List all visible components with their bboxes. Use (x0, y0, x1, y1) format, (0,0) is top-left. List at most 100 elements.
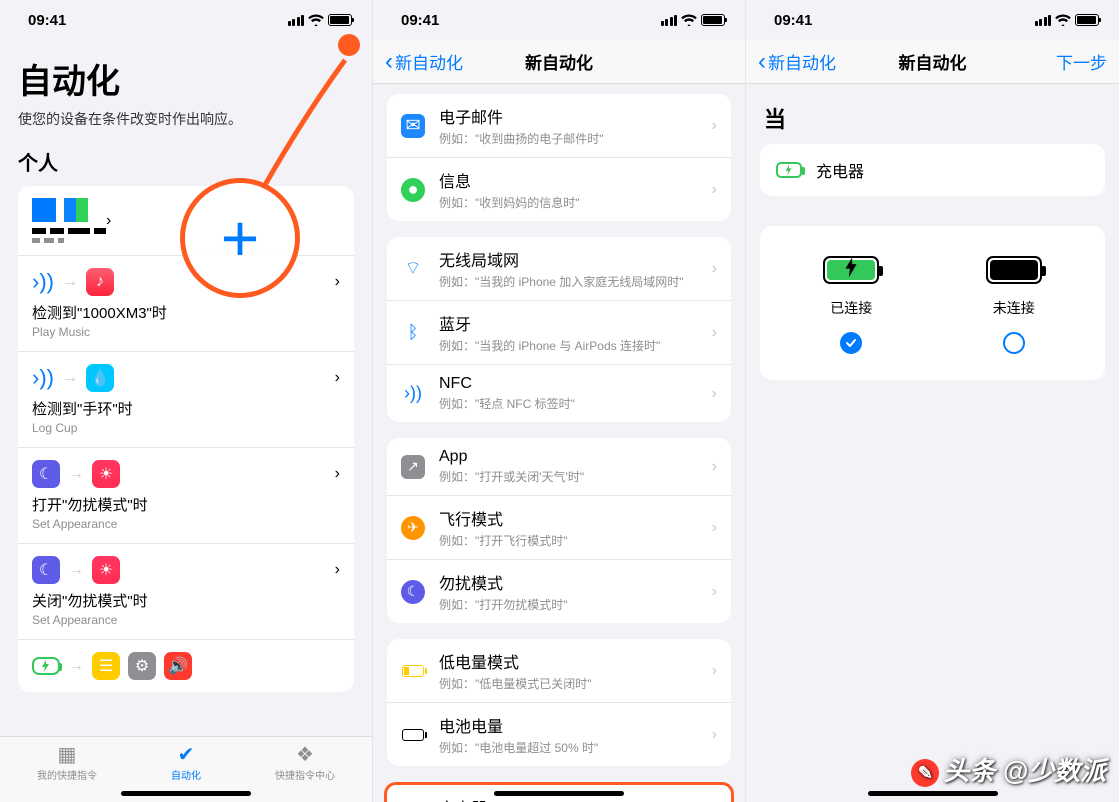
trigger-bluetooth[interactable]: ᛒ 蓝牙例如："当我的 iPhone 与 AirPods 连接时" › (387, 300, 731, 364)
message-icon: ● (401, 178, 425, 202)
trigger-batterylevel[interactable]: 电池电量例如："电池电量超过 50% 时" › (387, 702, 731, 766)
trigger-title: 蓝牙 (439, 311, 698, 335)
trigger-desc: 例如："收到曲扬的电子邮件时" (439, 130, 698, 147)
bluetooth-detect-icon: ›)) (32, 269, 54, 295)
status-bar: 09:41 (373, 0, 745, 40)
arrow-icon: → (68, 657, 84, 675)
plus-icon[interactable]: + (221, 205, 260, 271)
radio-checked-icon (840, 332, 862, 354)
next-button[interactable]: 下一步 (1056, 49, 1107, 74)
trigger-mail[interactable]: ✉ 电子邮件例如："收到曲扬的电子邮件时" › (387, 94, 731, 157)
wifi-icon (1055, 14, 1071, 26)
tab-label: 我的快捷指令 (37, 767, 97, 782)
back-label: 新自动化 (395, 49, 463, 74)
moon-icon: ☾ (32, 556, 60, 584)
trigger-lowpower[interactable]: 低电量模式例如："低电量模式已关闭时" › (387, 639, 731, 702)
selected-trigger: 充电器 (760, 144, 1105, 196)
status-time: 09:41 (28, 12, 66, 29)
sun-icon: ☀ (92, 556, 120, 584)
nav-bar: ‹ 新自动化 新自动化 下一步 (746, 40, 1119, 84)
chevron-left-icon: ‹ (385, 48, 393, 76)
home-indicator[interactable] (494, 791, 624, 796)
screen-new-automation-list: 09:41 ‹ 新自动化 新自动化 ✉ 电 (373, 0, 746, 802)
trigger-name: 充电器 (816, 158, 864, 182)
status-bar: 09:41 (746, 0, 1119, 40)
home-indicator[interactable] (868, 791, 998, 796)
status-bar: 09:41 (0, 0, 372, 40)
tab-shortcuts[interactable]: ▦ 我的快捷指令 (37, 743, 97, 802)
nav-bar: ‹ 新自动化 新自动化 (373, 40, 745, 84)
page-subtitle: 使您的设备在条件改变时作出响应。 (18, 109, 354, 129)
tab-label: 快捷指令中心 (275, 767, 335, 782)
gear-icon: ⚙ (128, 652, 156, 680)
item-title: 检测到"手环"时 (32, 398, 340, 419)
trigger-airplane[interactable]: ✈ 飞行模式例如："打开飞行模式时" › (387, 495, 731, 559)
trigger-desc: 例如："电池电量超过 50% 时" (439, 739, 698, 756)
status-time: 09:41 (774, 12, 812, 29)
watermark-logo-icon: ✎ (911, 759, 939, 787)
battery-icon (701, 14, 725, 26)
screen-automation-list: 09:41 自动化 使您的设备在条件改变时作出响应。 个人 (0, 0, 373, 802)
signal-icon (1035, 15, 1052, 26)
wifi-icon (681, 14, 697, 26)
chevron-left-icon: ‹ (758, 48, 766, 76)
charge-icon (32, 657, 60, 675)
automation-item-5[interactable]: → ☰ ⚙ 🔊 (18, 639, 354, 692)
charger-icon (776, 162, 802, 178)
stack-icon: ❖ (296, 743, 314, 765)
trigger-message[interactable]: ● 信息例如："收到妈妈的信息时" › (387, 157, 731, 221)
item-desc: Log Cup (32, 421, 340, 435)
back-label: 新自动化 (768, 49, 836, 74)
lowpower-icon (401, 659, 425, 683)
back-button[interactable]: ‹ 新自动化 (385, 48, 463, 76)
annotation-dot (338, 34, 360, 56)
item-title: 关闭"勿扰模式"时 (32, 590, 340, 611)
chevron-right-icon: › (712, 726, 717, 744)
signal-icon (661, 15, 678, 26)
chevron-right-icon: › (335, 369, 340, 387)
annotation-circle: + (180, 178, 300, 298)
chevron-right-icon: › (335, 561, 340, 579)
back-button[interactable]: ‹ 新自动化 (758, 48, 836, 76)
trigger-title: NFC (439, 375, 698, 393)
option-label: 已连接 (830, 298, 872, 318)
mail-icon: ✉ (401, 114, 425, 138)
home-indicator[interactable] (121, 791, 251, 796)
trigger-title: 无线局域网 (439, 247, 698, 271)
section-personal: 个人 (18, 147, 354, 176)
option-connected[interactable]: 已连接 (781, 256, 921, 354)
arrow-icon: → (68, 465, 84, 483)
trigger-desc: 例如："当我的 iPhone 与 AirPods 连接时" (439, 337, 698, 354)
wifi-icon (308, 14, 324, 26)
option-label: 未连接 (993, 298, 1035, 318)
airplane-icon: ✈ (401, 516, 425, 540)
automation-item-4[interactable]: ☾ → ☀ › 关闭"勿扰模式"时 Set Appearance (18, 543, 354, 639)
tab-label: 自动化 (171, 767, 201, 782)
chevron-right-icon: › (712, 260, 717, 278)
item-desc: Play Music (32, 325, 340, 339)
arrow-icon: → (62, 273, 78, 291)
trigger-title: 充电器 (439, 795, 698, 802)
trigger-app[interactable]: ↗ App例如："打开或关闭'天气'时" › (387, 438, 731, 495)
chevron-right-icon: › (712, 583, 717, 601)
automation-item-3[interactable]: ☾ → ☀ › 打开"勿扰模式"时 Set Appearance (18, 447, 354, 543)
radio-unchecked-icon (1003, 332, 1025, 354)
watermark: ✎头条 @少数派 (911, 751, 1106, 788)
page-title: 自动化 (18, 54, 354, 103)
trigger-desc: 例如："轻点 NFC 标签时" (439, 395, 698, 412)
arrow-icon: → (68, 561, 84, 579)
trigger-title: App (439, 448, 698, 466)
water-icon: 💧 (86, 364, 114, 392)
trigger-nfc[interactable]: ›)) NFC例如："轻点 NFC 标签时" › (387, 364, 731, 422)
trigger-wifi[interactable]: ⌔ 无线局域网例如："当我的 iPhone 加入家庭无线局域网时" › (387, 237, 731, 300)
tab-gallery[interactable]: ❖ 快捷指令中心 (275, 743, 335, 802)
automation-item-1[interactable]: ›)) → ♪ › 检测到"1000XM3"时 Play Music (18, 255, 354, 351)
chevron-right-icon: › (712, 662, 717, 680)
chevron-right-icon: › (712, 117, 717, 135)
option-disconnected[interactable]: 未连接 (944, 256, 1084, 354)
automation-item-2[interactable]: ›)) → 💧 › 检测到"手环"时 Log Cup (18, 351, 354, 447)
trigger-title: 勿扰模式 (439, 570, 698, 594)
trigger-dnd[interactable]: ☾ 勿扰模式例如："打开勿扰模式时" › (387, 559, 731, 623)
chevron-right-icon: › (712, 324, 717, 342)
trigger-desc: 例如："低电量模式已关闭时" (439, 675, 698, 692)
